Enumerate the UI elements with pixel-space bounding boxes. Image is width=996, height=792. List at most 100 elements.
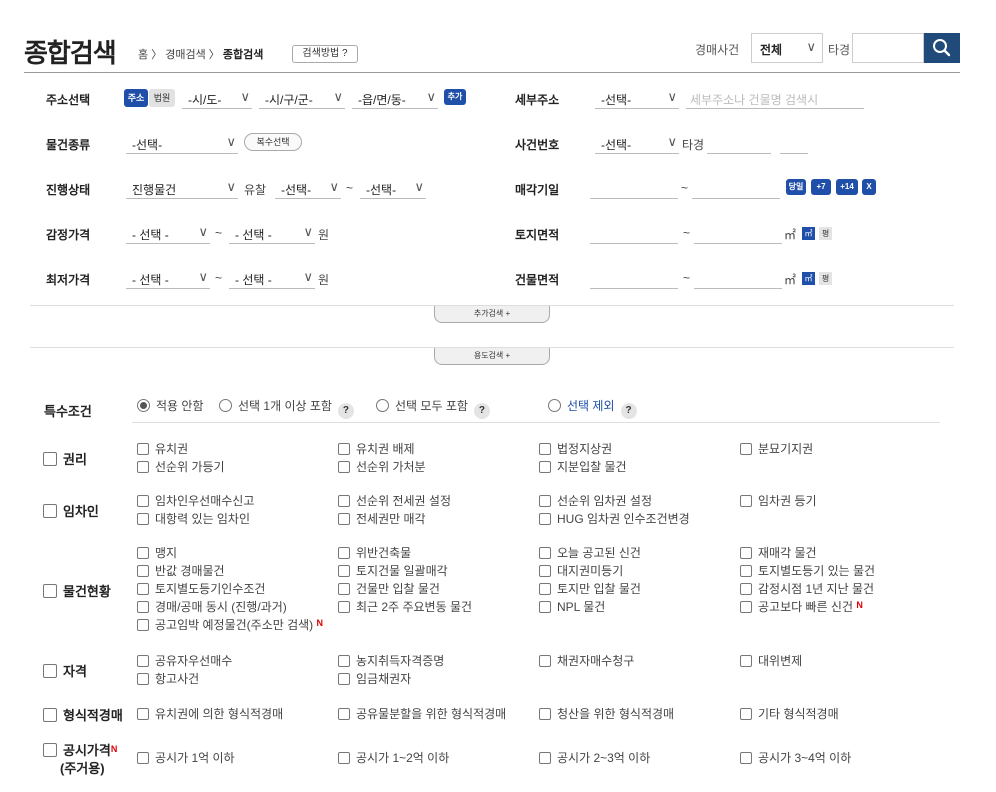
- checkbox-item[interactable]: 공시가 1~2억 이하: [338, 749, 449, 766]
- checkbox-item[interactable]: 법정지상권: [539, 440, 612, 457]
- appraisal-to-select[interactable]: - 선택 - ∨: [229, 220, 315, 244]
- checkbox-item[interactable]: 임차인우선매수신고: [137, 492, 254, 509]
- sido-select[interactable]: -시/도- ∨: [182, 85, 252, 109]
- court-select[interactable]: -선택- ∨: [595, 130, 679, 154]
- unit-pyeong-toggle[interactable]: 평: [819, 227, 832, 240]
- checkbox-item[interactable]: 대지권미등기: [539, 562, 623, 579]
- checkbox-item[interactable]: 농지취득자격증명: [338, 652, 444, 669]
- checkbox-item[interactable]: 토지만 입찰 물건: [539, 580, 641, 597]
- checkbox-item[interactable]: 토지별도등기인수조건: [137, 580, 265, 597]
- help-icon[interactable]: ?: [337, 403, 354, 419]
- min-price-to-select[interactable]: - 선택 - ∨: [229, 265, 315, 289]
- checkbox-item[interactable]: 유치권에 의한 형식적경매: [137, 705, 283, 722]
- help-icon[interactable]: ?: [620, 403, 637, 419]
- building-area-to-input[interactable]: [694, 265, 782, 289]
- radio-include-any[interactable]: 선택 1개 이상 포함?: [219, 397, 354, 419]
- category-rights[interactable]: 권리: [43, 449, 87, 468]
- date-clear-button[interactable]: X: [862, 179, 876, 195]
- detail-address-input[interactable]: 세부주소나 건물명 검색시: [686, 85, 864, 109]
- multi-select-button[interactable]: 복수선택: [244, 133, 302, 151]
- checkbox-item[interactable]: 임차권 등기: [740, 492, 817, 509]
- checkbox-item[interactable]: 반값 경매물건: [137, 562, 225, 579]
- category-item-status[interactable]: 물건현황: [43, 581, 111, 600]
- help-icon[interactable]: ?: [473, 403, 490, 419]
- sale-date-to-input[interactable]: [692, 175, 780, 199]
- checkbox-item[interactable]: 임금채권자: [338, 670, 411, 687]
- checkbox-item[interactable]: 맹지: [137, 544, 177, 561]
- checkbox-item[interactable]: 재매각 물건: [740, 544, 817, 561]
- category-formal-auction[interactable]: 형식적경매: [43, 705, 123, 724]
- checkbox-item[interactable]: 공유물분할을 위한 형식적경매: [338, 705, 506, 722]
- fail-from-select[interactable]: -선택- ∨: [275, 175, 341, 199]
- checkbox-item[interactable]: 공시가 2~3억 이하: [539, 749, 650, 766]
- checkbox-item[interactable]: 기타 형식적경매: [740, 705, 839, 722]
- use-search-button[interactable]: 용도검색 +: [434, 348, 550, 365]
- checkbox-item[interactable]: 선순위 가등기: [137, 458, 225, 475]
- checkbox-item[interactable]: 선순위 가처분: [338, 458, 426, 475]
- land-area-to-input[interactable]: [694, 220, 782, 244]
- sigungu-select[interactable]: -시/구/군- ∨: [259, 85, 345, 109]
- sale-date-from-input[interactable]: [590, 175, 678, 199]
- status-select[interactable]: 진행물건 ∨: [126, 175, 238, 199]
- unit-pyeong-toggle[interactable]: 평: [819, 272, 832, 285]
- checkbox-item[interactable]: 공시가 3~4억 이하: [740, 749, 851, 766]
- case-number-input[interactable]: [852, 33, 924, 63]
- checkbox-item[interactable]: 건물만 입찰 물건: [338, 580, 440, 597]
- date-plus7-button[interactable]: +7: [811, 179, 831, 195]
- checkbox-item[interactable]: 공고보다 빠른 신건 N: [740, 598, 863, 615]
- checkbox-item[interactable]: 대항력 있는 임차인: [137, 510, 250, 527]
- item-type-select[interactable]: -선택- ∨: [126, 130, 238, 154]
- detail-address-select[interactable]: -선택- ∨: [595, 85, 679, 109]
- checkbox-item[interactable]: HUG 임차권 인수조건변경: [539, 510, 690, 527]
- checkbox-item[interactable]: 유치권 배제: [338, 440, 415, 457]
- fail-to-select[interactable]: -선택- ∨: [360, 175, 426, 199]
- tab-address[interactable]: 주소: [124, 89, 148, 107]
- tab-court[interactable]: 법원: [149, 89, 175, 107]
- case-type-select[interactable]: 전체 ∨: [751, 33, 823, 63]
- unit-sqm-toggle[interactable]: ㎡: [802, 227, 815, 240]
- breadcrumb-home[interactable]: 홈: [138, 49, 148, 61]
- checkbox-item[interactable]: 지분입찰 물건: [539, 458, 627, 475]
- eupmyeon-select[interactable]: -읍/면/동- ∨: [352, 85, 438, 109]
- unit-sqm-toggle[interactable]: ㎡: [802, 272, 815, 285]
- breadcrumb-auction-search[interactable]: 경매검색: [165, 49, 205, 61]
- checkbox-item[interactable]: 유치권: [137, 440, 188, 457]
- checkbox-item[interactable]: 분묘기지권: [740, 440, 813, 457]
- checkbox-item[interactable]: 공시가 1억 이하: [137, 749, 235, 766]
- land-area-from-input[interactable]: [590, 220, 678, 244]
- checkbox-item[interactable]: 경매/공매 동시 (진행/과거): [137, 598, 287, 615]
- search-help-button[interactable]: 검색방법 ?: [292, 45, 358, 63]
- checkbox-item[interactable]: 최근 2주 주요변동 물건: [338, 598, 472, 615]
- checkbox-item[interactable]: 감정시점 1년 지난 물건: [740, 580, 874, 597]
- radio-include-all[interactable]: 선택 모두 포함?: [376, 397, 490, 419]
- appraisal-from-select[interactable]: - 선택 - ∨: [126, 220, 210, 244]
- checkbox-item[interactable]: 항고사건: [137, 670, 199, 687]
- checkbox-item[interactable]: 공고임박 예정물건(주소만 검색) N: [137, 616, 323, 633]
- extra-search-button[interactable]: 추가검색 +: [434, 306, 550, 323]
- building-area-from-input[interactable]: [590, 265, 678, 289]
- min-price-from-select[interactable]: - 선택 - ∨: [126, 265, 210, 289]
- checkbox-item[interactable]: 선순위 전세권 설정: [338, 492, 451, 509]
- checkbox-item[interactable]: 공유자우선매수: [137, 652, 232, 669]
- category-public-price[interactable]: 공시가격N: [43, 740, 117, 759]
- radio-not-apply[interactable]: 적용 안함: [137, 397, 204, 414]
- checkbox-item[interactable]: 위반건축물: [338, 544, 411, 561]
- checkbox-item[interactable]: 청산을 위한 형식적경매: [539, 705, 674, 722]
- add-address-button[interactable]: 추가: [444, 89, 466, 105]
- radio-exclude[interactable]: 선택 제외?: [548, 397, 637, 419]
- category-qualification[interactable]: 자격: [43, 661, 87, 680]
- checkbox-item[interactable]: 채권자매수청구: [539, 652, 634, 669]
- checkbox-item[interactable]: 선순위 임차권 설정: [539, 492, 652, 509]
- checkbox-item[interactable]: 오늘 공고된 신건: [539, 544, 641, 561]
- date-plus14-button[interactable]: +14: [836, 179, 858, 195]
- checkbox-item[interactable]: 토지별도등기 있는 물건: [740, 562, 875, 579]
- checkbox-item[interactable]: 토지건물 일괄매각: [338, 562, 448, 579]
- checkbox-item[interactable]: 전세권만 매각: [338, 510, 426, 527]
- case-year-input[interactable]: [707, 130, 771, 154]
- search-button[interactable]: [924, 33, 960, 63]
- date-today-button[interactable]: 당일: [786, 179, 806, 195]
- checkbox-item[interactable]: 대위변제: [740, 652, 802, 669]
- category-tenant[interactable]: 임차인: [43, 501, 99, 520]
- case-num-input[interactable]: [780, 130, 808, 154]
- checkbox-item[interactable]: NPL 물건: [539, 598, 605, 615]
